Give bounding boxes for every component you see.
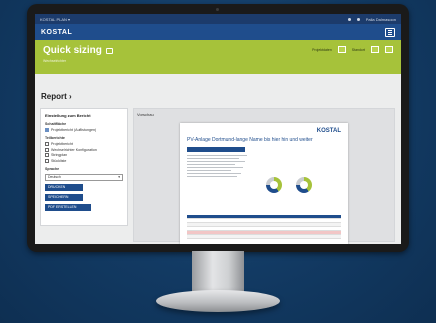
- checkbox-icon[interactable]: [45, 158, 49, 163]
- banner-right: Projektdaten Standort: [312, 46, 393, 53]
- report-settings-panel: Einstellung zum Bericht Schaltfläche Pro…: [40, 108, 128, 226]
- banner-edit-icon-3[interactable]: [385, 46, 393, 53]
- banner-edit-icon-2[interactable]: [371, 46, 379, 53]
- banner-label-2: Standort: [351, 47, 365, 52]
- donut-chart: [296, 177, 312, 193]
- page-title: Quick sizing: [43, 45, 102, 56]
- banner-label-1: Projektdaten: [312, 47, 332, 52]
- checkbox-label: Wechselrichter Konfiguration: [51, 147, 97, 152]
- language-value: Deutsch: [48, 175, 61, 179]
- topbar-left-label[interactable]: KOSTAL PLAN ▾: [40, 17, 70, 22]
- monitor: KOSTAL PLAN ▾ Palla Dalmasoon KOSTAL Qui…: [27, 4, 409, 252]
- preview-panel: Vorschau KOSTAL PV-Anlage Dortmund-lange…: [133, 108, 395, 244]
- print-button-label: DRUCKEN: [48, 185, 66, 189]
- document-section-bar: [187, 147, 245, 152]
- checkbox-icon[interactable]: [45, 128, 49, 132]
- print-button[interactable]: DRUCKEN: [45, 183, 83, 191]
- checkbox-label: Stückliste: [51, 158, 67, 163]
- header-bar: KOSTAL: [35, 24, 401, 40]
- edit-icon[interactable]: [105, 47, 113, 54]
- save-button[interactable]: SPEICHERN: [45, 193, 83, 201]
- document-text-lines: [187, 155, 341, 177]
- screen: KOSTAL PLAN ▾ Palla Dalmasoon KOSTAL Qui…: [35, 14, 401, 244]
- checkbox-icon[interactable]: [45, 153, 49, 157]
- language-select[interactable]: Deutsch ▾: [45, 173, 123, 181]
- camera-dot: [216, 8, 219, 11]
- document-table: [187, 215, 341, 239]
- document-charts: [266, 177, 312, 193]
- help-icon[interactable]: [356, 17, 360, 21]
- report-preview-document[interactable]: KOSTAL PV-Anlage Dortmund-lange Name bis…: [180, 123, 348, 244]
- settings-icon[interactable]: [347, 17, 351, 21]
- document-logo: KOSTAL: [316, 128, 341, 134]
- checkbox-label: Projektbericht: [51, 142, 73, 146]
- language-label: Sprache: [45, 166, 60, 171]
- banner-subtitle: Wechselrichter: [43, 59, 67, 63]
- monitor-stand-base: [156, 290, 280, 312]
- top-bar: KOSTAL PLAN ▾ Palla Dalmasoon: [35, 14, 401, 24]
- checkbox-icon[interactable]: [45, 147, 49, 152]
- settings-section-2: Teilberichte: [45, 136, 65, 140]
- user-name[interactable]: Palla Dalmasoon: [366, 17, 396, 22]
- settings-heading: Einstellung zum Bericht: [45, 113, 91, 118]
- page-banner: Quick sizing Wechselrichter Projektdaten…: [35, 40, 401, 74]
- preview-label: Vorschau: [137, 112, 154, 117]
- checkbox-parts-list[interactable]: Stückliste: [45, 158, 123, 163]
- menu-icon[interactable]: [385, 27, 395, 37]
- chevron-down-icon: ▾: [118, 175, 120, 179]
- checkbox-project-report[interactable]: Projektbericht: [45, 142, 123, 146]
- checkbox-label: Stringplan: [51, 153, 68, 157]
- checkbox-icon[interactable]: [45, 142, 49, 146]
- checkbox-project-report-list[interactable]: Projektbericht (Auflistungen): [45, 128, 123, 132]
- table-row: [187, 235, 341, 239]
- checkbox-string-plan[interactable]: Stringplan: [45, 153, 123, 157]
- report-heading: Report ›: [41, 92, 72, 101]
- brand-logo[interactable]: KOSTAL: [41, 29, 72, 36]
- banner-edit-icon-1[interactable]: [337, 46, 346, 53]
- donut-chart: [266, 177, 282, 193]
- create-pdf-button-label: PDF ERSTELLEN: [48, 205, 77, 209]
- checkbox-inverter-config[interactable]: Wechselrichter Konfiguration: [45, 147, 123, 152]
- document-heading: PV-Anlage Dortmund-lange Name bis hier h…: [187, 137, 313, 143]
- create-pdf-button[interactable]: PDF ERSTELLEN: [45, 203, 91, 211]
- save-button-label: SPEICHERN: [48, 195, 69, 199]
- settings-section-1: Schaltfläche: [45, 122, 67, 126]
- topbar-right: Palla Dalmasoon: [347, 17, 396, 22]
- checkbox-label: Projektbericht (Auflistungen): [51, 128, 97, 132]
